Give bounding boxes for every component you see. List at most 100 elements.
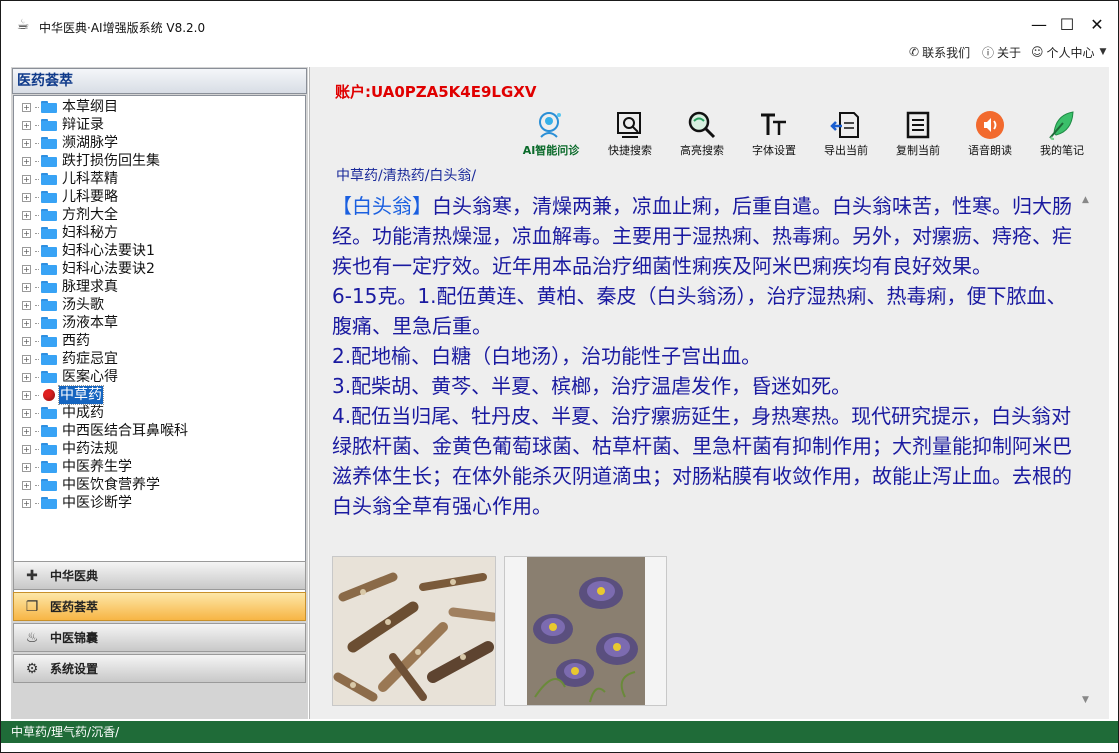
scroll-up-icon[interactable]: ▲ (1082, 195, 1089, 205)
herb-root-image (332, 556, 496, 706)
about-label: 关于 (997, 45, 1022, 60)
tree-connector (35, 250, 39, 252)
maximize-button[interactable]: ☐ (1052, 13, 1082, 37)
tree-item[interactable]: + 中成药 (22, 404, 105, 422)
tree-item[interactable]: + 药症忌宜 (22, 350, 119, 368)
nav-label: 中华医典 (50, 569, 99, 583)
tree-item[interactable]: + 西药 (22, 332, 91, 350)
expand-toggle-icon[interactable]: + (22, 102, 31, 112)
tree-item[interactable]: + 中医养生学 (22, 458, 133, 476)
tree-item[interactable]: + 本草纲目 (22, 98, 119, 116)
expand-toggle-icon[interactable]: + (22, 264, 31, 274)
expand-toggle-icon[interactable]: + (22, 174, 31, 184)
tree-item-label: 中成药 (62, 405, 104, 421)
folder-icon (41, 245, 57, 257)
tree-connector (35, 304, 39, 306)
expand-toggle-icon[interactable]: + (22, 300, 31, 310)
quill-icon (1046, 109, 1078, 141)
tree-item-label: 中医诊断学 (62, 495, 132, 511)
expand-toggle-icon[interactable]: + (22, 462, 31, 472)
nav-button-zhonghua-yidian[interactable]: ✚ 中华医典 (13, 561, 306, 590)
toolbar-label: 导出当前 (824, 144, 868, 157)
tree-item[interactable]: + 方剂大全 (22, 206, 119, 224)
tree-item-label: 中药法规 (62, 441, 118, 457)
highlight-search-button[interactable]: 高亮搜索 (673, 109, 731, 157)
nav-button-zhongyi-jinnang[interactable]: ♨ 中医锦囊 (13, 623, 306, 652)
tree-item[interactable]: + 中草药 (22, 385, 104, 405)
tree-item[interactable]: + 儿科要略 (22, 188, 119, 206)
font-settings-button[interactable]: 字体设置 (745, 109, 803, 157)
about-link[interactable]: ⓘ 关于 (982, 43, 1021, 61)
tree-connector (35, 484, 39, 486)
expand-toggle-icon[interactable]: + (22, 156, 31, 166)
tree-item[interactable]: + 汤液本草 (22, 314, 119, 332)
tree-item[interactable]: + 医案心得 (22, 368, 119, 386)
tree-item[interactable]: + 妇科秘方 (22, 224, 119, 242)
voice-read-button[interactable]: 语音朗读 (961, 109, 1019, 157)
expand-toggle-icon[interactable]: + (22, 318, 31, 328)
expand-toggle-icon[interactable]: + (22, 192, 31, 202)
article-text: 【白头翁】白头翁寒，清燥两兼，凉血止痢，后重自遣。白头翁味苦，性寒。归大肠经。功… (332, 191, 1077, 521)
expand-toggle-icon[interactable]: + (22, 408, 31, 418)
ai-consult-button[interactable]: AI智能问诊 (522, 109, 580, 157)
folder-icon (41, 281, 57, 293)
tree-item[interactable]: + 中医饮食营养学 (22, 476, 161, 494)
folder-icon (41, 497, 57, 509)
expand-toggle-icon[interactable]: + (22, 444, 31, 454)
folder-icon (41, 209, 57, 221)
tree-item[interactable]: + 妇科心法要诀2 (22, 260, 156, 278)
tree-item[interactable]: + 中医诊断学 (22, 494, 133, 512)
tree-item[interactable]: + 妇科心法要诀1 (22, 242, 156, 260)
article-paragraph-5: 4.配伍当归尾、牡丹皮、半夏、治疗瘰疬延生，身热寒热。现代研究提示，白头翁对绿脓… (332, 404, 1072, 518)
expand-toggle-icon[interactable]: + (22, 390, 31, 400)
tree-item[interactable]: + 汤头歌 (22, 296, 105, 314)
my-notes-button[interactable]: 我的笔记 (1033, 109, 1091, 157)
expand-toggle-icon[interactable]: + (22, 228, 31, 238)
content-scrollbar[interactable]: ▲ ▼ (1080, 191, 1094, 711)
tree-connector (35, 196, 39, 198)
tree-item[interactable]: + 中药法规 (22, 440, 119, 458)
tree-item-label: 汤液本草 (62, 315, 118, 331)
folder-icon (41, 425, 57, 437)
expand-toggle-icon[interactable]: + (22, 138, 31, 148)
tree-item[interactable]: + 辩证录 (22, 116, 105, 134)
minimize-button[interactable]: — (1024, 13, 1054, 37)
expand-toggle-icon[interactable]: + (22, 354, 31, 364)
tree-item-label: 中医饮食营养学 (62, 477, 160, 493)
tree-item-label: 儿科要略 (62, 189, 118, 205)
toolbar-label: 我的笔记 (1040, 144, 1084, 157)
tree-item[interactable]: + 跌打损伤回生集 (22, 152, 161, 170)
tree-item[interactable]: + 儿科萃精 (22, 170, 119, 188)
tree-connector (35, 178, 39, 180)
article-paragraph-1: 【白头翁】白头翁寒，清燥两兼，凉血止痢，后重自遣。白头翁味苦，性寒。归大肠经。功… (332, 191, 1077, 281)
expand-toggle-icon[interactable]: + (22, 336, 31, 346)
copy-current-button[interactable]: 复制当前 (889, 109, 947, 157)
app-logo-icon: ☕ (16, 17, 30, 33)
tree-item-label: 汤头歌 (62, 297, 104, 313)
export-current-button[interactable]: 导出当前 (817, 109, 875, 157)
tree-item[interactable]: + 濒湖脉学 (22, 134, 119, 152)
expand-toggle-icon[interactable]: + (22, 480, 31, 490)
user-center-menu[interactable]: ☺ 个人中心 ▼ (1031, 43, 1106, 61)
expand-toggle-icon[interactable]: + (22, 120, 31, 130)
gear-icon: ⚙ (25, 660, 39, 677)
expand-toggle-icon[interactable]: + (22, 372, 31, 382)
folder-icon (41, 119, 57, 131)
close-button[interactable]: ✕ (1082, 13, 1112, 37)
expand-toggle-icon[interactable]: + (22, 426, 31, 436)
window-title: 中华医典·AI增强版系统 V8.2.0 (39, 21, 206, 35)
tree-item-label: 辩证录 (62, 117, 104, 133)
tree-item[interactable]: + 中西医结合耳鼻喉科 (22, 422, 189, 440)
contact-link[interactable]: ✆ 联系我们 (909, 43, 970, 61)
nav-button-yiyao-huicui[interactable]: ❐ 医药荟萃 (13, 592, 306, 621)
expand-toggle-icon[interactable]: + (22, 282, 31, 292)
quick-search-button[interactable]: 快捷搜索 (601, 109, 659, 157)
expand-toggle-icon[interactable]: + (22, 210, 31, 220)
scroll-down-icon[interactable]: ▼ (1082, 695, 1089, 705)
nav-button-system-settings[interactable]: ⚙ 系统设置 (13, 654, 306, 683)
info-icon: ⓘ (982, 45, 995, 60)
expand-toggle-icon[interactable]: + (22, 498, 31, 508)
expand-toggle-icon[interactable]: + (22, 246, 31, 256)
tree-item[interactable]: + 脉理求真 (22, 278, 119, 296)
tree-item-label: 中医养生学 (62, 459, 132, 475)
